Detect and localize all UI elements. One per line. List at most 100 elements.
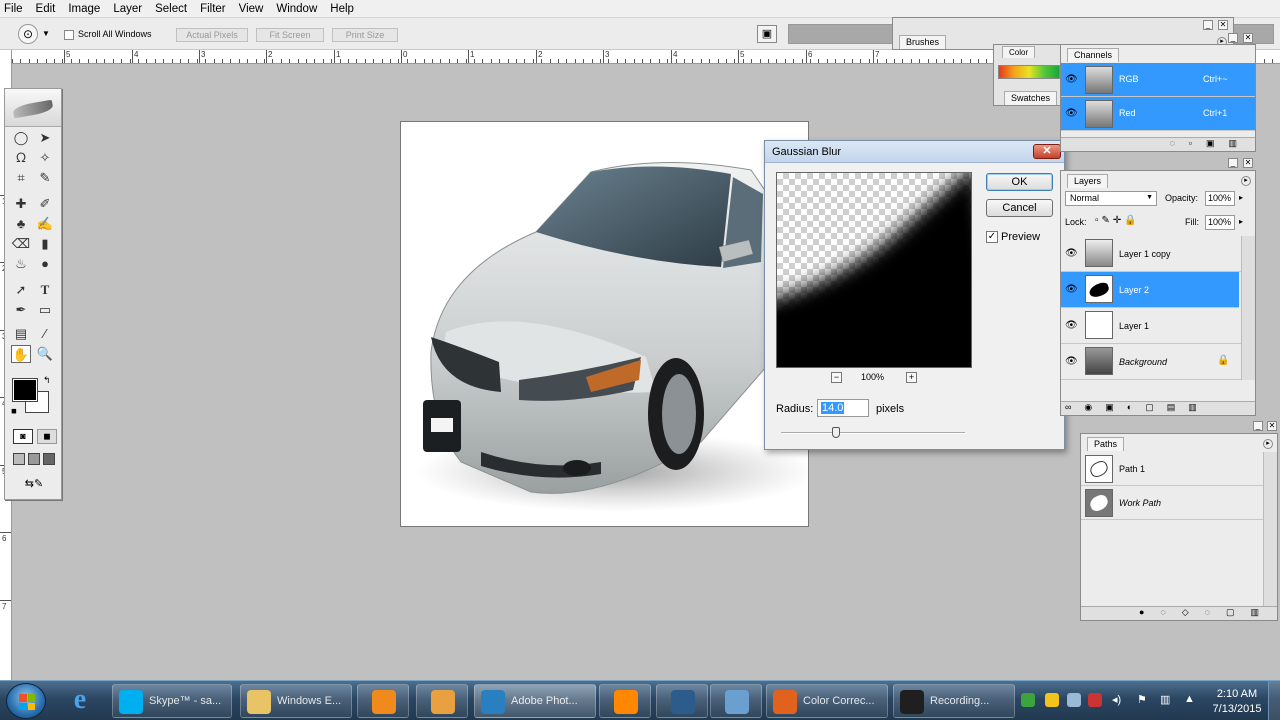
marquee-tool-icon[interactable]: ◯	[11, 129, 31, 147]
layers-minimize-button[interactable]: _	[1228, 158, 1238, 168]
fill-input[interactable]: 100%	[1205, 215, 1235, 230]
blend-mode-select[interactable]: Normal ▼	[1065, 191, 1157, 206]
path-row[interactable]: Work Path	[1081, 486, 1277, 520]
tool-preset-dropdown-icon[interactable]: ▼	[42, 29, 50, 38]
fit-screen-button[interactable]: Fit Screen	[256, 28, 324, 42]
slice-tool-icon[interactable]: ✎	[35, 169, 55, 187]
magic-wand-tool-icon[interactable]: ✧	[35, 149, 55, 167]
blur-preview-area[interactable]	[776, 172, 972, 368]
channels-close-button[interactable]: ✕	[1243, 33, 1253, 43]
brushes-tab[interactable]: Brushes	[899, 35, 947, 49]
radius-input[interactable]: 14.0	[817, 399, 869, 417]
taskbar-item[interactable]: Windows E...	[240, 684, 352, 718]
zoom-in-button[interactable]: +	[906, 372, 917, 383]
zoom-tool-icon[interactable]: 🔍	[35, 345, 55, 363]
radius-slider-thumb[interactable]	[832, 427, 841, 438]
layer-row[interactable]: 👁 Layer 2	[1061, 272, 1239, 308]
actual-pixels-button[interactable]: Actual Pixels	[176, 28, 248, 42]
crop-tool-icon[interactable]: ⌗	[11, 169, 31, 187]
layer-row[interactable]: 👁 Background 🔒	[1061, 344, 1255, 380]
clock-time[interactable]: 2:10 AM	[1212, 688, 1262, 700]
file-browser-icon[interactable]: ▣	[757, 25, 777, 43]
menu-item-window[interactable]: Window	[276, 3, 317, 15]
screen-mode-full-menu-icon[interactable]	[28, 453, 40, 465]
document-canvas[interactable]	[400, 121, 809, 527]
foreground-color-swatch[interactable]	[12, 378, 38, 402]
channel-visibility-icon[interactable]: 👁	[1065, 74, 1078, 85]
menu-item-filter[interactable]: Filter	[200, 3, 226, 15]
clone-stamp-tool-icon[interactable]: ♣	[11, 215, 31, 233]
channels-tab[interactable]: Channels	[1067, 48, 1120, 62]
channels-minimize-button[interactable]: _	[1228, 33, 1238, 43]
screen-mode-standard-icon[interactable]	[13, 453, 25, 465]
standard-mode-icon[interactable]: ◙	[13, 429, 33, 444]
blur-tool-icon[interactable]: ♨	[11, 255, 31, 273]
menu-item-help[interactable]: Help	[330, 3, 354, 15]
volume-icon[interactable]: ◂)	[1112, 693, 1126, 707]
internet-explorer-icon[interactable]: e	[66, 686, 94, 715]
dialog-close-button[interactable]: ✕	[1033, 144, 1061, 159]
layer-row[interactable]: 👁 Layer 1	[1061, 308, 1255, 344]
channel-row[interactable]: 👁 Red Ctrl+1	[1061, 97, 1255, 131]
paths-scrollbar[interactable]	[1263, 452, 1277, 606]
menu-item-image[interactable]: Image	[68, 3, 100, 15]
shape-tool-icon[interactable]: ▭	[35, 301, 55, 319]
default-colors-icon[interactable]: ◼	[11, 407, 17, 415]
quick-mask-icon[interactable]: ◼	[37, 429, 57, 444]
cancel-button[interactable]: Cancel	[986, 199, 1053, 217]
dialog-titlebar[interactable]: Gaussian Blur ✕	[765, 141, 1064, 163]
gradient-tool-icon[interactable]: ▮	[35, 235, 55, 253]
security-icon[interactable]	[1021, 693, 1035, 707]
taskbar-item[interactable]	[710, 684, 762, 718]
jump-to-imageready-icon[interactable]: ⇆✎	[15, 477, 53, 491]
layer-row[interactable]: 👁 Layer 1 copy	[1061, 236, 1255, 272]
brushes-minimize-button[interactable]: _	[1203, 20, 1213, 30]
layer-visibility-icon[interactable]: 👁	[1065, 248, 1078, 259]
notes-tool-icon[interactable]: ▤	[11, 325, 31, 343]
paths-tab[interactable]: Paths	[1087, 437, 1125, 451]
flag-icon[interactable]: ⚑	[1137, 693, 1151, 707]
swap-colors-icon[interactable]: ↰	[43, 375, 51, 386]
layers-tab[interactable]: Layers	[1067, 174, 1109, 188]
layer-visibility-icon[interactable]: 👁	[1065, 284, 1078, 295]
paths-menu-icon[interactable]: ▸	[1263, 439, 1273, 449]
color-ramp[interactable]	[998, 65, 1060, 79]
paths-close-button[interactable]: ✕	[1267, 421, 1277, 431]
channel-visibility-icon[interactable]: 👁	[1065, 108, 1078, 119]
taskbar-item[interactable]	[416, 684, 468, 718]
layer-visibility-icon[interactable]: 👁	[1065, 320, 1078, 331]
layer-visibility-icon[interactable]: 👁	[1065, 356, 1078, 367]
eraser-tool-icon[interactable]: ⌫	[11, 235, 31, 253]
fill-arrow-icon[interactable]: ▸	[1239, 217, 1243, 226]
layers-menu-icon[interactable]: ▸	[1241, 176, 1251, 186]
radius-slider-track[interactable]	[781, 432, 965, 434]
show-desktop-button[interactable]	[1268, 681, 1280, 720]
menu-item-layer[interactable]: Layer	[113, 3, 142, 15]
lock-icons[interactable]: ▫✎✛🔒	[1095, 215, 1140, 226]
history-brush-tool-icon[interactable]: ✍	[35, 215, 55, 233]
zoom-out-button[interactable]: −	[831, 372, 842, 383]
swatches-tab[interactable]: Swatches	[1004, 91, 1058, 105]
start-button[interactable]	[6, 683, 46, 719]
pen-tool-icon[interactable]: ✒	[11, 301, 31, 319]
menu-item-view[interactable]: View	[239, 3, 264, 15]
eyedropper-tool-icon[interactable]: ⁄	[35, 325, 55, 343]
preview-checkbox[interactable]: ✓	[986, 231, 998, 243]
taskbar-item[interactable]	[357, 684, 409, 718]
path-selection-tool-icon[interactable]: ➚	[11, 281, 31, 299]
menu-item-select[interactable]: Select	[155, 3, 187, 15]
layers-close-button[interactable]: ✕	[1243, 158, 1253, 168]
ok-button[interactable]: OK	[986, 173, 1053, 191]
path-row[interactable]: Path 1	[1081, 452, 1277, 486]
taskbar-item[interactable]: Recording...	[893, 684, 1015, 718]
opacity-input[interactable]: 100%	[1205, 191, 1235, 206]
clock-date[interactable]: 7/13/2015	[1208, 703, 1266, 715]
sync-icon[interactable]	[1067, 693, 1081, 707]
layers-scrollbar[interactable]	[1241, 236, 1255, 380]
taskbar-item[interactable]: Adobe Phot...	[474, 684, 596, 718]
show-hidden-icon[interactable]: ▲	[1184, 693, 1198, 707]
menu-item-edit[interactable]: Edit	[36, 3, 56, 15]
type-tool-icon[interactable]: T	[35, 281, 55, 299]
hand-tool-icon[interactable]: ⊙	[18, 24, 38, 44]
brush-tool-icon[interactable]: ✐	[35, 195, 55, 213]
